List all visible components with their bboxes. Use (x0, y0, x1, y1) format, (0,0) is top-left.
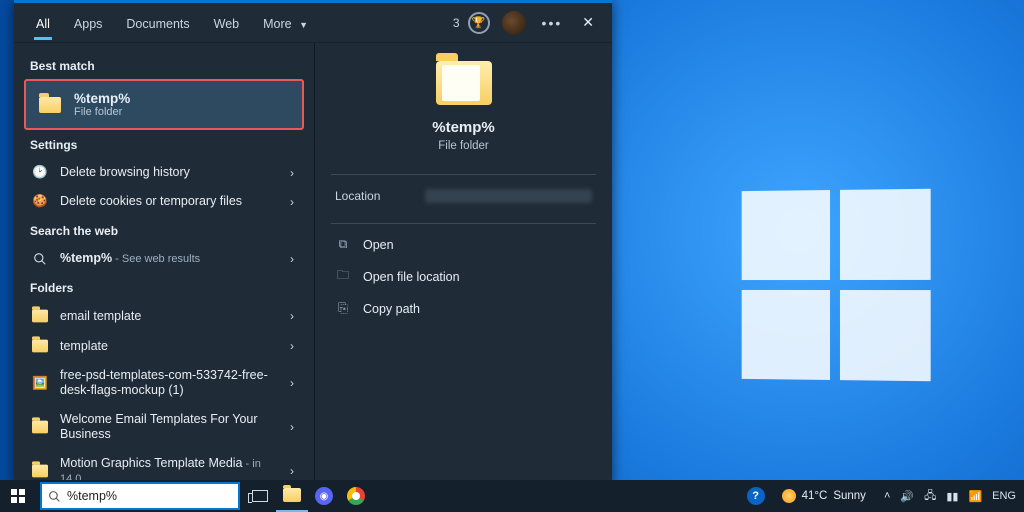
preview-pane: %temp% File folder Location ⧉ Open 🗀 Ope… (314, 43, 612, 485)
open-icon: ⧉ (335, 237, 351, 252)
section-settings: Settings (30, 138, 304, 152)
results-list: Best match %temp% File folder Settings 🕑… (14, 43, 314, 485)
action-copy-path[interactable]: ⎘ Copy path (331, 294, 596, 323)
folder-icon (38, 93, 62, 117)
section-best-match: Best match (30, 59, 304, 73)
preview-location-row: Location (315, 175, 612, 217)
web-query: %temp% (60, 251, 112, 265)
close-icon[interactable]: ✕ (576, 10, 600, 35)
tab-documents[interactable]: Documents (116, 7, 199, 39)
web-hint: - See web results (112, 253, 200, 265)
chrome-icon (347, 487, 365, 505)
image-icon: 🖼️ (30, 376, 50, 391)
location-label: Location (335, 189, 425, 203)
tray-chevron-icon[interactable]: ˄ (884, 490, 890, 502)
system-tray[interactable]: ˄ 🔊 🖧 ▮▮ 📶 ENG (876, 487, 1024, 506)
history-icon: 🕑 (30, 165, 50, 180)
task-view-icon (252, 490, 268, 502)
action-label: Open (363, 238, 394, 252)
help-button[interactable]: ? (740, 480, 772, 512)
language-indicator[interactable]: ENG (992, 490, 1016, 502)
preview-subtitle: File folder (438, 140, 489, 152)
chevron-down-icon: ▼ (299, 20, 308, 30)
volume-icon[interactable]: 🔊 (900, 490, 914, 503)
location-value-redacted (425, 189, 592, 203)
tab-more-label: More (263, 17, 291, 31)
settings-item-label: Delete cookies or temporary files (60, 194, 280, 209)
chevron-right-icon: › (290, 195, 294, 209)
section-search-web: Search the web (30, 224, 304, 238)
chevron-right-icon: › (290, 166, 294, 180)
windows-icon (11, 489, 25, 503)
action-open-location[interactable]: 🗀 Open file location (331, 259, 596, 294)
settings-item-delete-cookies[interactable]: 🍪 Delete cookies or temporary files › (24, 187, 304, 216)
folder-label: free-psd-templates-com-533742-free-desk-… (60, 368, 268, 397)
chevron-right-icon: › (290, 420, 294, 434)
best-match-subtitle: File folder (74, 106, 130, 118)
action-label: Copy path (363, 302, 420, 316)
search-icon (48, 490, 61, 503)
start-button[interactable] (0, 480, 36, 512)
network-icon[interactable]: 🖧 (924, 487, 936, 506)
tab-apps[interactable]: Apps (64, 7, 113, 39)
folder-icon (30, 338, 50, 354)
rewards-icon[interactable]: 🏆 (468, 12, 490, 34)
search-tabs: All Apps Documents Web More ▼ 3 🏆 ••• ✕ (14, 3, 612, 43)
chevron-right-icon: › (290, 309, 294, 323)
chevron-right-icon: › (290, 339, 294, 353)
folder-label: Motion Graphics Template Media (60, 456, 243, 470)
discord-icon: ◉ (315, 487, 333, 505)
folder-icon (30, 308, 50, 324)
tab-web[interactable]: Web (204, 7, 249, 39)
copy-icon: ⎘ (335, 301, 351, 316)
taskbar-app-explorer[interactable] (276, 480, 308, 512)
folder-icon (30, 419, 50, 435)
start-search-panel: All Apps Documents Web More ▼ 3 🏆 ••• ✕ … (14, 0, 612, 485)
folder-result[interactable]: email template › (24, 301, 304, 331)
weather-condition: Sunny (833, 490, 866, 502)
rewards-count: 3 (453, 16, 460, 30)
folder-result[interactable]: 🖼️ free-psd-templates-com-533742-free-de… (24, 361, 304, 405)
search-web-item[interactable]: %temp% - See web results › (24, 244, 304, 273)
folder-label: Welcome Email Templates For Your Busines… (60, 412, 258, 441)
settings-item-label: Delete browsing history (60, 165, 280, 180)
taskbar-search-box[interactable] (40, 482, 240, 510)
tab-more[interactable]: More ▼ (253, 7, 318, 39)
folder-icon (30, 463, 50, 479)
account-avatar[interactable] (502, 11, 526, 35)
folder-result[interactable]: Welcome Email Templates For Your Busines… (24, 405, 304, 449)
taskbar-app-chrome[interactable] (340, 480, 372, 512)
open-location-icon: 🗀 (335, 266, 351, 287)
help-icon: ? (747, 487, 765, 505)
explorer-icon (283, 488, 301, 502)
folder-result[interactable]: template › (24, 331, 304, 361)
cookie-icon: 🍪 (30, 194, 50, 209)
folder-label: template (60, 339, 108, 353)
search-input[interactable] (67, 489, 232, 503)
best-match-item[interactable]: %temp% File folder (24, 79, 304, 130)
search-icon (30, 252, 50, 266)
windows-logo (742, 189, 931, 381)
preview-title: %temp% (432, 119, 495, 136)
taskbar: ◉ ? 41°C Sunny ˄ 🔊 🖧 ▮▮ 📶 ENG (0, 480, 1024, 512)
taskbar-app-discord[interactable]: ◉ (308, 480, 340, 512)
chevron-right-icon: › (290, 252, 294, 266)
battery-icon[interactable]: ▮▮ (946, 490, 958, 503)
folder-icon (436, 61, 492, 105)
action-open[interactable]: ⧉ Open (331, 230, 596, 259)
weather-widget[interactable]: 41°C Sunny (772, 489, 876, 503)
sun-icon (782, 489, 796, 503)
more-options-icon[interactable]: ••• (542, 15, 563, 31)
tab-all[interactable]: All (26, 7, 60, 39)
chevron-right-icon: › (290, 464, 294, 478)
best-match-title: %temp% (74, 91, 130, 106)
wifi-icon[interactable]: 📶 (968, 490, 982, 503)
task-view-button[interactable] (244, 480, 276, 512)
action-label: Open file location (363, 270, 460, 284)
settings-item-delete-history[interactable]: 🕑 Delete browsing history › (24, 158, 304, 187)
chevron-right-icon: › (290, 376, 294, 390)
weather-temp: 41°C (802, 490, 828, 502)
section-folders: Folders (30, 281, 304, 295)
folder-label: email template (60, 309, 141, 323)
